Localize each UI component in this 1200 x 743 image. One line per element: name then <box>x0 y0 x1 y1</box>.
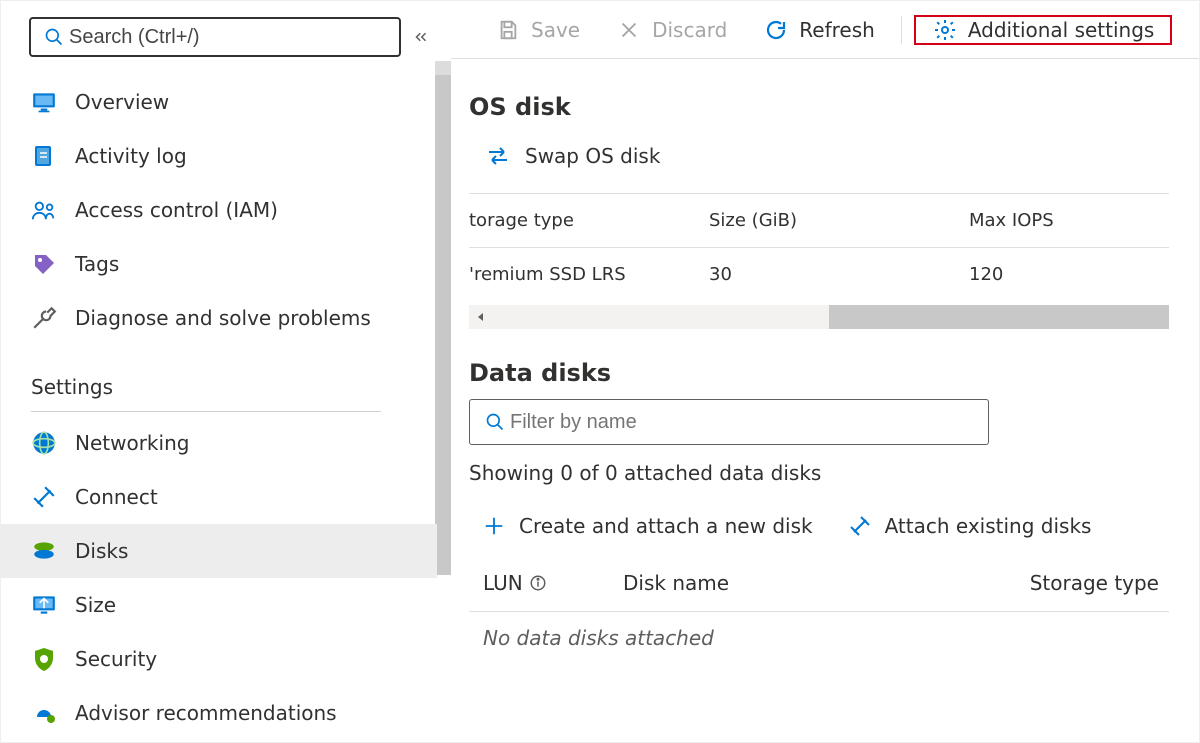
os-val-size: 30 <box>709 264 969 285</box>
sidebar-item-access-control[interactable]: Access control (IAM) <box>1 183 437 237</box>
size-icon <box>31 592 57 618</box>
info-icon[interactable] <box>529 574 547 592</box>
data-disks-title: Data disks <box>469 359 1169 387</box>
additional-settings-label: Additional settings <box>968 18 1155 42</box>
divider <box>31 411 381 412</box>
sidebar-item-tags[interactable]: Tags <box>1 237 437 291</box>
os-col-size: Size (GiB) <box>709 210 969 231</box>
sidebar-item-security[interactable]: Security <box>1 632 437 686</box>
shield-icon <box>31 646 57 672</box>
os-val-storage-type: 'remium SSD LRS <box>469 264 709 285</box>
discard-button[interactable]: Discard <box>602 1 741 58</box>
os-col-storage-type: torage type <box>469 210 709 231</box>
sidebar-item-label: Activity log <box>75 144 187 168</box>
filter-input[interactable] <box>508 410 976 435</box>
monitor-icon <box>31 89 57 115</box>
toolbar-separator <box>901 16 902 44</box>
os-col-max-iops: Max IOPS <box>969 210 1169 231</box>
attach-existing-label: Attach existing disks <box>885 514 1092 538</box>
refresh-icon <box>763 17 789 43</box>
close-icon <box>616 17 642 43</box>
people-icon <box>31 197 57 223</box>
wrench-icon <box>31 305 57 331</box>
additional-settings-highlight: Additional settings <box>914 15 1173 45</box>
sidebar-item-diagnose[interactable]: Diagnose and solve problems <box>1 291 437 345</box>
search-icon <box>41 24 67 50</box>
os-disk-title: OS disk <box>469 93 1169 121</box>
tag-icon <box>31 251 57 277</box>
toolbar: Save Discard Refresh Ad <box>451 1 1199 59</box>
sidebar-item-label: Disks <box>75 539 128 563</box>
os-disk-table: torage type Size (GiB) Max IOPS 'remium … <box>469 193 1169 301</box>
attach-icon <box>847 513 873 539</box>
sidebar-item-overview[interactable]: Overview <box>1 75 437 129</box>
create-attach-disk-button[interactable]: Create and attach a new disk <box>481 513 813 539</box>
sidebar-item-label: Tags <box>75 252 119 276</box>
additional-settings-button[interactable]: Additional settings <box>916 17 1171 43</box>
no-data-disks-text: No data disks attached <box>469 612 1169 650</box>
collapse-sidebar-button[interactable] <box>401 28 441 46</box>
sidebar-item-label: Connect <box>75 485 158 509</box>
refresh-button[interactable]: Refresh <box>749 1 889 58</box>
attach-existing-disks-button[interactable]: Attach existing disks <box>847 513 1092 539</box>
search-icon <box>482 409 508 435</box>
main-content: Save Discard Refresh Ad <box>451 1 1199 742</box>
save-button[interactable]: Save <box>481 1 594 58</box>
sidebar-item-label: Security <box>75 647 157 671</box>
create-attach-label: Create and attach a new disk <box>519 514 813 538</box>
swap-os-disk-button[interactable]: Swap OS disk <box>469 133 1169 183</box>
sidebar-item-disks[interactable]: Disks <box>1 524 437 578</box>
filter-box[interactable] <box>469 399 989 445</box>
globe-icon <box>31 430 57 456</box>
sidebar-item-label: Overview <box>75 90 169 114</box>
sidebar-item-label: Networking <box>75 431 189 455</box>
disks-icon <box>31 538 57 564</box>
col-storage-type: Storage type <box>969 571 1169 595</box>
os-val-max-iops: 120 <box>969 264 1169 285</box>
discard-label: Discard <box>652 18 727 42</box>
connect-icon <box>31 484 57 510</box>
sidebar-item-label: Size <box>75 593 116 617</box>
col-disk-name: Disk name <box>623 571 969 595</box>
save-label: Save <box>531 18 580 42</box>
search-box[interactable] <box>29 17 401 57</box>
swap-icon <box>485 143 511 169</box>
plus-icon <box>481 513 507 539</box>
sidebar: Overview Activity log Access control (IA… <box>1 1 451 742</box>
sidebar-item-connect[interactable]: Connect <box>1 470 437 524</box>
data-disks-header: LUN Disk name Storage type <box>469 553 1169 612</box>
col-lun: LUN <box>483 571 523 595</box>
scroll-left-icon[interactable] <box>469 305 493 329</box>
sidebar-item-networking[interactable]: Networking <box>1 416 437 470</box>
sidebar-section-settings: Settings <box>1 345 437 407</box>
search-input[interactable] <box>67 25 389 50</box>
advisor-icon <box>31 700 57 726</box>
sidebar-item-label: Access control (IAM) <box>75 198 278 222</box>
swap-os-disk-label: Swap OS disk <box>525 144 660 168</box>
refresh-label: Refresh <box>799 18 875 42</box>
log-icon <box>31 143 57 169</box>
save-icon <box>495 17 521 43</box>
sidebar-item-activity-log[interactable]: Activity log <box>1 129 437 183</box>
sidebar-item-advisor[interactable]: Advisor recommendations <box>1 686 437 740</box>
sidebar-item-size[interactable]: Size <box>1 578 437 632</box>
gear-icon <box>932 17 958 43</box>
os-disk-hscrollbar[interactable] <box>469 305 1169 329</box>
sidebar-item-label: Diagnose and solve problems <box>75 306 371 330</box>
showing-text: Showing 0 of 0 attached data disks <box>469 461 1169 485</box>
sidebar-item-label: Advisor recommendations <box>75 701 337 725</box>
